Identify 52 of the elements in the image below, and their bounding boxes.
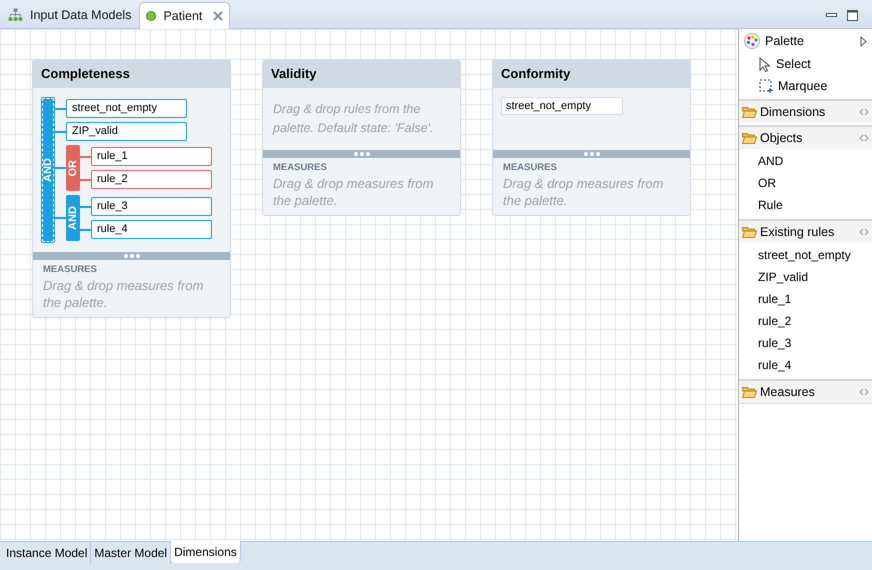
- bottom-tab[interactable]: Instance Model: [3, 542, 92, 564]
- expand-arrow-icon[interactable]: [860, 36, 867, 46]
- palette-tool[interactable]: Marquee: [739, 75, 872, 97]
- measures-label: MEASURES: [43, 263, 98, 277]
- resize-handle[interactable]: [493, 150, 690, 158]
- bottom-tab[interactable]: Dimensions: [171, 541, 241, 563]
- palette-tool[interactable]: Select: [739, 53, 872, 75]
- dimension-card[interactable]: Validity Drag & drop rules from the palette. Default state: 'False'. MEASURES Drag & drop measures from the palette.: [262, 59, 461, 216]
- dimension-card[interactable]: Completeness AND street_not_empty ZIP_valid OR rule_1 rule_2 AND rule_3 rule_4 MEASURES Drag & drop measures from the palette.: [32, 59, 231, 318]
- measures-label: MEASURES: [273, 161, 328, 175]
- folder-icon: [742, 106, 757, 118]
- palette-entry[interactable]: Rule: [739, 194, 872, 216]
- palette-entry[interactable]: ZIP_valid: [739, 266, 872, 288]
- hierarchy-icon: [8, 8, 23, 22]
- palette-drawer-header[interactable]: Measures: [739, 381, 872, 403]
- tab-label: Input Data Models: [30, 6, 132, 24]
- dimension-card[interactable]: Conformity street_not_empty MEASURES Drag & drop measures from the palette.: [492, 59, 691, 216]
- editor-tab[interactable]: Patient: [139, 2, 230, 29]
- palette-entry[interactable]: AND: [739, 150, 872, 172]
- palette-entry[interactable]: rule_4: [739, 354, 872, 376]
- card-title: Validity: [271, 65, 317, 84]
- resize-handle[interactable]: [263, 150, 460, 158]
- palette-drawer-header[interactable]: Existing rules: [739, 221, 872, 243]
- rules-placeholder: Drag & drop rules from the palette. Default state: 'False'.: [272, 101, 434, 137]
- card-title: Completeness: [41, 65, 130, 84]
- tab-label: Patient: [163, 8, 202, 25]
- minimize-icon[interactable]: [826, 12, 837, 18]
- palette-drawer-header[interactable]: Objects: [739, 127, 872, 149]
- folder-icon: [742, 386, 757, 398]
- diagram-canvas[interactable]: [0, 29, 738, 541]
- palette-entry[interactable]: rule_1: [739, 288, 872, 310]
- measures-placeholder: Drag & drop measures from the palette.: [43, 277, 204, 312]
- pointer-icon: [759, 56, 771, 72]
- palette-icon: [744, 33, 760, 49]
- measures-label: MEASURES: [503, 161, 558, 175]
- folder-icon: [742, 226, 757, 238]
- editor-tab[interactable]: Input Data Models: [2, 2, 138, 28]
- status-dot-icon: [146, 11, 156, 21]
- marquee-icon: [759, 79, 773, 93]
- measures-placeholder: Drag & drop measures from the palette.: [503, 175, 664, 210]
- resize-handle[interactable]: [33, 252, 230, 260]
- measures-placeholder: Drag & drop measures from the palette.: [273, 175, 434, 210]
- close-icon[interactable]: [213, 11, 224, 21]
- folder-icon: [742, 132, 757, 144]
- palette-entry[interactable]: rule_2: [739, 310, 872, 332]
- palette-drawer-header[interactable]: Dimensions: [739, 101, 872, 123]
- palette-entry[interactable]: street_not_empty: [739, 244, 872, 266]
- palette-entry[interactable]: OR: [739, 172, 872, 194]
- maximize-icon[interactable]: [847, 10, 858, 20]
- palette-entry[interactable]: rule_3: [739, 332, 872, 354]
- palette-title: Palette: [765, 32, 805, 50]
- card-title: Conformity: [501, 65, 570, 84]
